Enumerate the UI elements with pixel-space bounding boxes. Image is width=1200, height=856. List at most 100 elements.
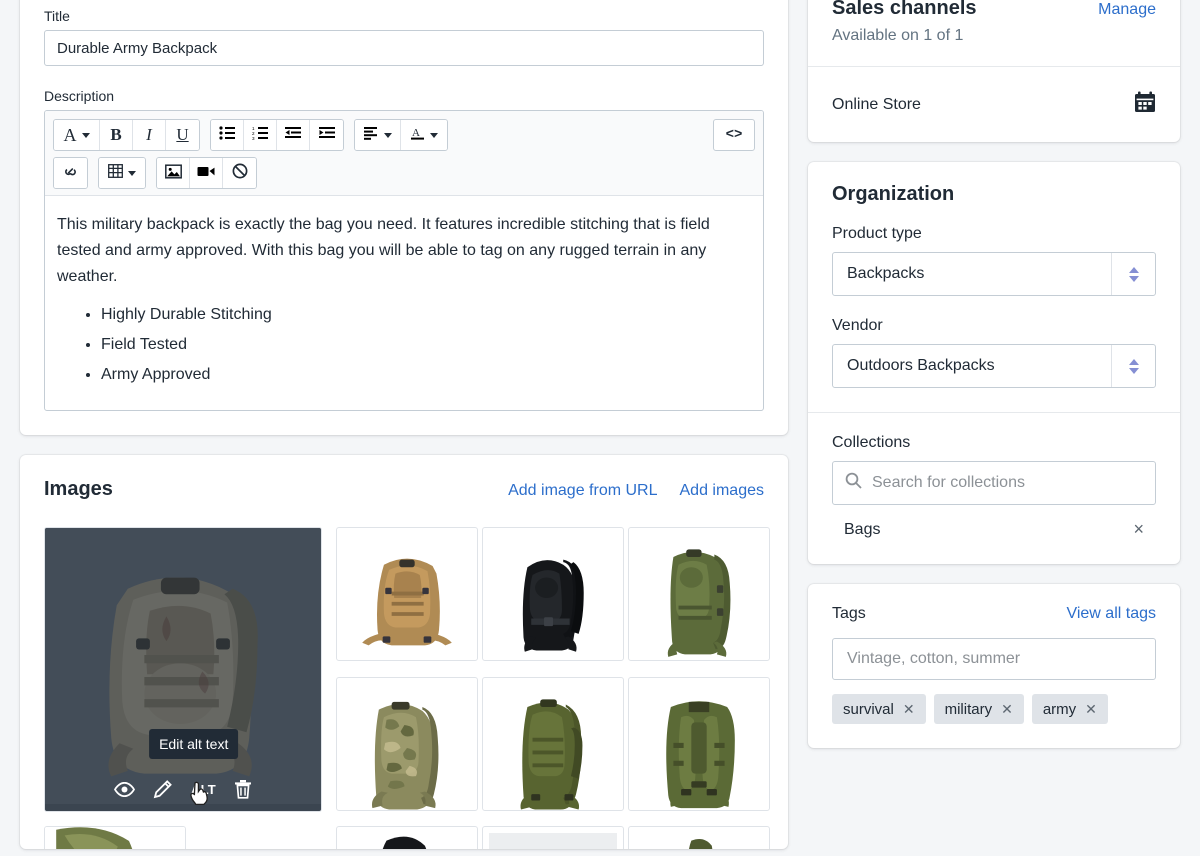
sales-channel-row-online-store[interactable]: Online Store [808,66,1180,142]
align-button[interactable] [355,120,401,150]
add-image-from-url-link[interactable]: Add image from URL [508,482,657,500]
sales-channels-card: Sales channels Manage Available on 1 of … [808,0,1180,142]
italic-button[interactable]: I [133,120,166,150]
thumbnail-image[interactable] [482,527,624,661]
images-card-header: Images Add image from URL Add images [44,475,764,503]
search-icon [845,472,862,494]
thumbnail-image[interactable] [336,826,478,849]
table-button[interactable] [99,158,145,188]
bold-button[interactable]: B [100,120,133,150]
view-all-tags-link[interactable]: View all tags [1066,605,1156,623]
underline-button[interactable]: U [166,120,199,150]
bulleted-list-button[interactable] [211,120,244,150]
sales-channels-title: Sales channels [832,0,977,19]
chevron-down-icon [81,132,90,138]
thumbnail-image[interactable] [336,676,478,811]
insert-video-button[interactable] [190,158,223,188]
product-type-select[interactable]: Backpacks [832,252,1156,296]
collections-section: Collections Search for collections Bags … [808,412,1180,564]
font-style-label: A [63,124,77,145]
add-images-link[interactable]: Add images [680,482,765,500]
table-icon [108,164,123,182]
tags-input[interactable]: Vintage, cotton, summer [832,638,1156,680]
partial-thumbnail-grid [336,826,770,849]
indent-button[interactable] [310,120,343,150]
organization-section: Organization Product type Backpacks Vend… [808,162,1180,412]
hero-image[interactable]: Edit alt text ALT [44,527,322,812]
video-icon [197,165,215,182]
description-label: Description [44,88,115,104]
sidebar-column: Sales channels Manage Available on 1 of … [808,0,1180,856]
list-item: Highly Durable Stitching [101,302,751,328]
remove-tag-icon[interactable]: ✕ [903,701,915,718]
underline-label: U [176,125,189,144]
images-actions: Add image from URL Add images [508,482,764,500]
hero-action-bar: ALT [45,779,321,799]
bold-label: B [110,125,122,144]
manage-channels-link[interactable]: Manage [1098,1,1156,19]
list-item: Army Approved [101,362,751,388]
tag-chip[interactable]: military ✕ [933,694,1024,724]
alt-text-icon[interactable]: ALT [191,782,216,797]
chevron-down-icon [128,170,136,176]
tag-chip[interactable]: survival ✕ [832,694,926,724]
stepper-icon[interactable] [1111,345,1155,387]
chevron-down-icon [1128,275,1139,282]
indent-icon [318,126,335,144]
numbered-list-button[interactable]: 123 [244,120,277,150]
vendor-select[interactable]: Outdoors Backpacks [832,344,1156,388]
remove-collection-button[interactable]: × [1125,517,1152,542]
delete-icon[interactable] [234,779,252,799]
olive-backpack-side-image [489,683,617,810]
description-editor-body[interactable]: This military backpack is exactly the ba… [45,196,763,410]
code-view-label: <> [725,127,743,143]
svg-text:3: 3 [252,136,255,140]
numbered-list-icon: 123 [252,126,268,144]
black-partial-image [343,833,471,849]
title-label: Title [44,8,70,24]
tag-chip[interactable]: army ✕ [1031,694,1108,724]
code-view-button[interactable]: <> [713,119,755,151]
image-icon [164,163,182,183]
collection-name: Bags [844,520,881,538]
toolbar-group-link [53,157,88,189]
thumbnail-image[interactable] [336,527,478,661]
partial-thumbnail-row [44,826,770,849]
insert-image-button[interactable] [157,158,190,188]
view-icon[interactable] [114,781,136,797]
thumbnail-image[interactable] [628,527,770,661]
toolbar-row-1: A B I U 1 2 3 A <> [53,119,755,151]
description-bullet-list: Highly Durable Stitching Field Tested Ar… [101,302,751,388]
tags-section: Tags View all tags Vintage, cotton, summ… [808,584,1180,748]
sales-channels-top: Sales channels Manage Available on 1 of … [808,0,1180,66]
thumbnail-image[interactable] [482,676,624,811]
thumbnail-image[interactable] [628,676,770,811]
tan-backpack-image [343,534,471,660]
clear-formatting-button[interactable] [223,158,256,188]
collections-search[interactable]: Search for collections [832,461,1156,505]
edit-icon[interactable] [153,779,173,799]
toolbar-group-media [156,157,257,189]
rich-text-editor: A B I U 1 2 3 A <> This military backpac… [44,110,764,411]
bulleted-list-icon [219,126,235,144]
tag-chip-label: army [1042,700,1077,718]
remove-tag-icon[interactable]: ✕ [1085,701,1097,718]
link-button[interactable] [54,158,87,188]
calendar-icon [1134,91,1156,118]
text-color-button[interactable]: A [401,120,447,150]
thumbnail-image[interactable] [628,826,770,849]
stepper-icon[interactable] [1111,253,1155,295]
font-style-button[interactable]: A [54,120,100,150]
title-input[interactable] [44,30,764,66]
align-left-icon [363,126,379,144]
thumbnail-image[interactable] [44,826,186,849]
editor-toolbar: A B I U 1 2 3 A <> [45,111,763,196]
outdent-button[interactable] [277,120,310,150]
woodland-camo-backpack-image [343,683,471,810]
product-type-label: Product type [832,225,922,242]
thumbnail-image[interactable] [482,826,624,849]
description-paragraph: This military backpack is exactly the ba… [57,216,710,285]
toolbar-group-align: A [354,119,448,151]
thumbnail-grid [336,527,770,812]
remove-tag-icon[interactable]: ✕ [1001,701,1013,718]
